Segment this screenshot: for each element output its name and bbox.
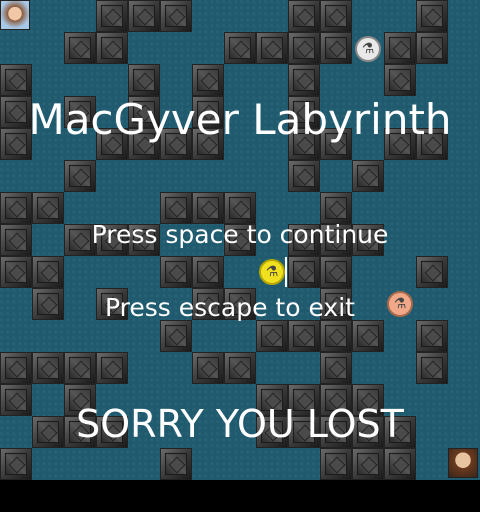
wall-block [288, 64, 320, 96]
wall-block [32, 256, 64, 288]
wall-block [416, 352, 448, 384]
wall-block [160, 0, 192, 32]
wall-block [0, 352, 32, 384]
wall-block [96, 352, 128, 384]
wall-block [288, 256, 320, 288]
wall-block [288, 0, 320, 32]
wall-block [320, 448, 352, 480]
game-title: MacGyver Labyrinth [28, 95, 452, 144]
ether-icon: ⚗ [259, 259, 285, 285]
wall-block [64, 32, 96, 64]
wall-block [160, 320, 192, 352]
wall-block [352, 448, 384, 480]
guardian-avatar [448, 448, 478, 478]
wall-block [352, 160, 384, 192]
wall-block [32, 352, 64, 384]
wall-block [160, 256, 192, 288]
wall-block [0, 448, 32, 480]
wall-block [416, 256, 448, 288]
wall-block [384, 32, 416, 64]
wall-block [416, 320, 448, 352]
wall-block [256, 32, 288, 64]
wall-block [0, 256, 32, 288]
wall-block [416, 0, 448, 32]
text-cursor [285, 257, 287, 287]
macgyver-avatar [0, 0, 30, 30]
wall-block [64, 352, 96, 384]
wall-block [64, 160, 96, 192]
wall-block [384, 448, 416, 480]
wall-block [320, 0, 352, 32]
continue-prompt: Press space to continue [91, 220, 389, 249]
result-message: SORRY YOU LOST [76, 402, 404, 446]
wall-block [320, 352, 352, 384]
wall-block [224, 352, 256, 384]
wall-block [96, 0, 128, 32]
wall-block [192, 256, 224, 288]
wall-block [192, 64, 224, 96]
exit-prompt: Press escape to exit [105, 293, 355, 322]
wall-block [0, 64, 32, 96]
status-bar [0, 480, 480, 512]
wall-block [288, 32, 320, 64]
wall-block [224, 32, 256, 64]
wall-block [160, 448, 192, 480]
wall-block [192, 352, 224, 384]
wall-block [320, 320, 352, 352]
wall-block [128, 64, 160, 96]
labyrinth-board: ⚗ ⚗ ⚗ MacGyver Labyrinth Press space to … [0, 0, 480, 480]
wall-block [288, 160, 320, 192]
needle-icon: ⚗ [355, 36, 381, 62]
wall-block [320, 32, 352, 64]
wall-block [320, 256, 352, 288]
wall-block [128, 0, 160, 32]
wall-block [96, 32, 128, 64]
wall-block [416, 32, 448, 64]
wall-block [288, 320, 320, 352]
wall-block [256, 320, 288, 352]
wall-block [352, 320, 384, 352]
wall-block [384, 64, 416, 96]
